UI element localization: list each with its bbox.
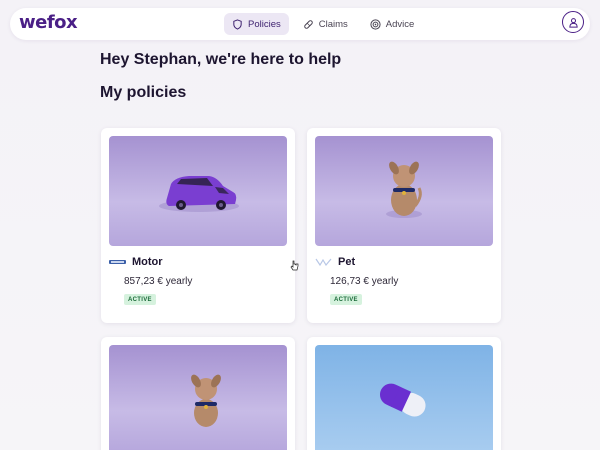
policy-card-health[interactable]	[307, 337, 501, 450]
tab-advice[interactable]: Advice	[362, 13, 423, 35]
greeting-heading: Hey Stephan, we're here to help	[100, 51, 342, 68]
policy-price: 126,73 € yearly	[330, 276, 399, 287]
tab-policies-label: Policies	[248, 18, 281, 30]
nav-tabs: Policies Claims Advice	[224, 13, 422, 35]
card-title-row: Pet	[315, 256, 355, 268]
user-icon	[568, 17, 578, 28]
card-title-row: Motor	[109, 256, 163, 268]
dog-image	[315, 136, 493, 246]
account-button[interactable]	[562, 11, 584, 33]
tab-advice-label: Advice	[385, 18, 415, 30]
status-badge: ACTIVE	[124, 294, 156, 305]
shield-icon	[233, 18, 242, 30]
tab-policies[interactable]: Policies	[224, 13, 289, 35]
tab-claims[interactable]: Claims	[295, 13, 356, 35]
pill-image	[315, 345, 493, 450]
bandage-icon	[303, 19, 313, 29]
target-icon	[370, 18, 381, 30]
policy-name: Pet	[338, 256, 356, 268]
tab-claims-label: Claims	[318, 18, 348, 30]
top-navigation-bar: wefox Policies Claims Advice	[10, 8, 590, 40]
policy-card-pet[interactable]: Pet 126,73 € yearly ACTIVE	[307, 128, 501, 323]
policy-card-dog[interactable]	[101, 337, 295, 450]
mouse-pointer-icon	[290, 260, 299, 271]
policy-card-motor[interactable]: Motor 857,23 € yearly ACTIVE	[101, 128, 295, 323]
status-badge: ACTIVE	[330, 294, 362, 305]
wefox-logo[interactable]: wefox	[19, 12, 78, 33]
policy-price: 857,23 € yearly	[124, 276, 193, 287]
policy-name: Motor	[132, 256, 163, 268]
car-brand-logo	[109, 258, 126, 266]
my-policies-heading: My policies	[100, 84, 187, 101]
dog-image	[109, 345, 287, 450]
car-image	[109, 136, 287, 246]
pet-brand-logo	[315, 258, 332, 266]
